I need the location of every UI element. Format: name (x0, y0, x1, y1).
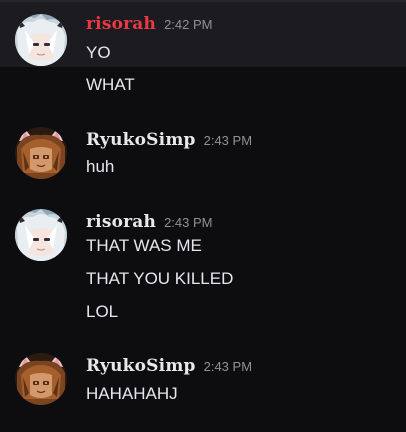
avatar-ryukosimp[interactable] (15, 127, 67, 179)
message-group[interactable]: risorah 2:42 PM YO (0, 2, 406, 67)
message-text: HAHAHAHJ (86, 384, 178, 403)
message-text: WHAT (86, 75, 135, 94)
cat-ear-anime-avatar-icon (15, 353, 67, 405)
message-text: huh (86, 157, 115, 176)
avatar-ryukosimp[interactable] (15, 353, 67, 405)
username[interactable]: RyukoSimp (86, 130, 196, 150)
timestamp: 2:42 PM (164, 17, 213, 32)
message-text: THAT WAS ME (86, 236, 202, 255)
message-header: risorah 2:42 PM (86, 14, 212, 36)
username[interactable]: risorah (86, 14, 156, 34)
message-header: RyukoSimp 2:43 PM (86, 130, 252, 152)
username[interactable]: risorah (86, 212, 156, 232)
message-header: RyukoSimp 2:43 PM (86, 356, 252, 378)
timestamp: 2:43 PM (203, 359, 253, 374)
message-text: LOL (86, 302, 119, 321)
timestamp: 2:43 PM (164, 215, 213, 230)
cat-ear-anime-avatar-icon (15, 127, 67, 179)
avatar-risorah[interactable] (15, 14, 67, 66)
message-text: THAT YOU KILLED (86, 269, 234, 288)
avatar-risorah[interactable] (15, 209, 67, 261)
message-text: YO (86, 43, 111, 62)
white-haired-anime-avatar-icon (15, 209, 67, 261)
username[interactable]: RyukoSimp (86, 356, 196, 376)
timestamp: 2:43 PM (203, 133, 253, 148)
message-header: risorah 2:43 PM (86, 212, 212, 234)
white-haired-anime-avatar-icon (15, 14, 67, 66)
